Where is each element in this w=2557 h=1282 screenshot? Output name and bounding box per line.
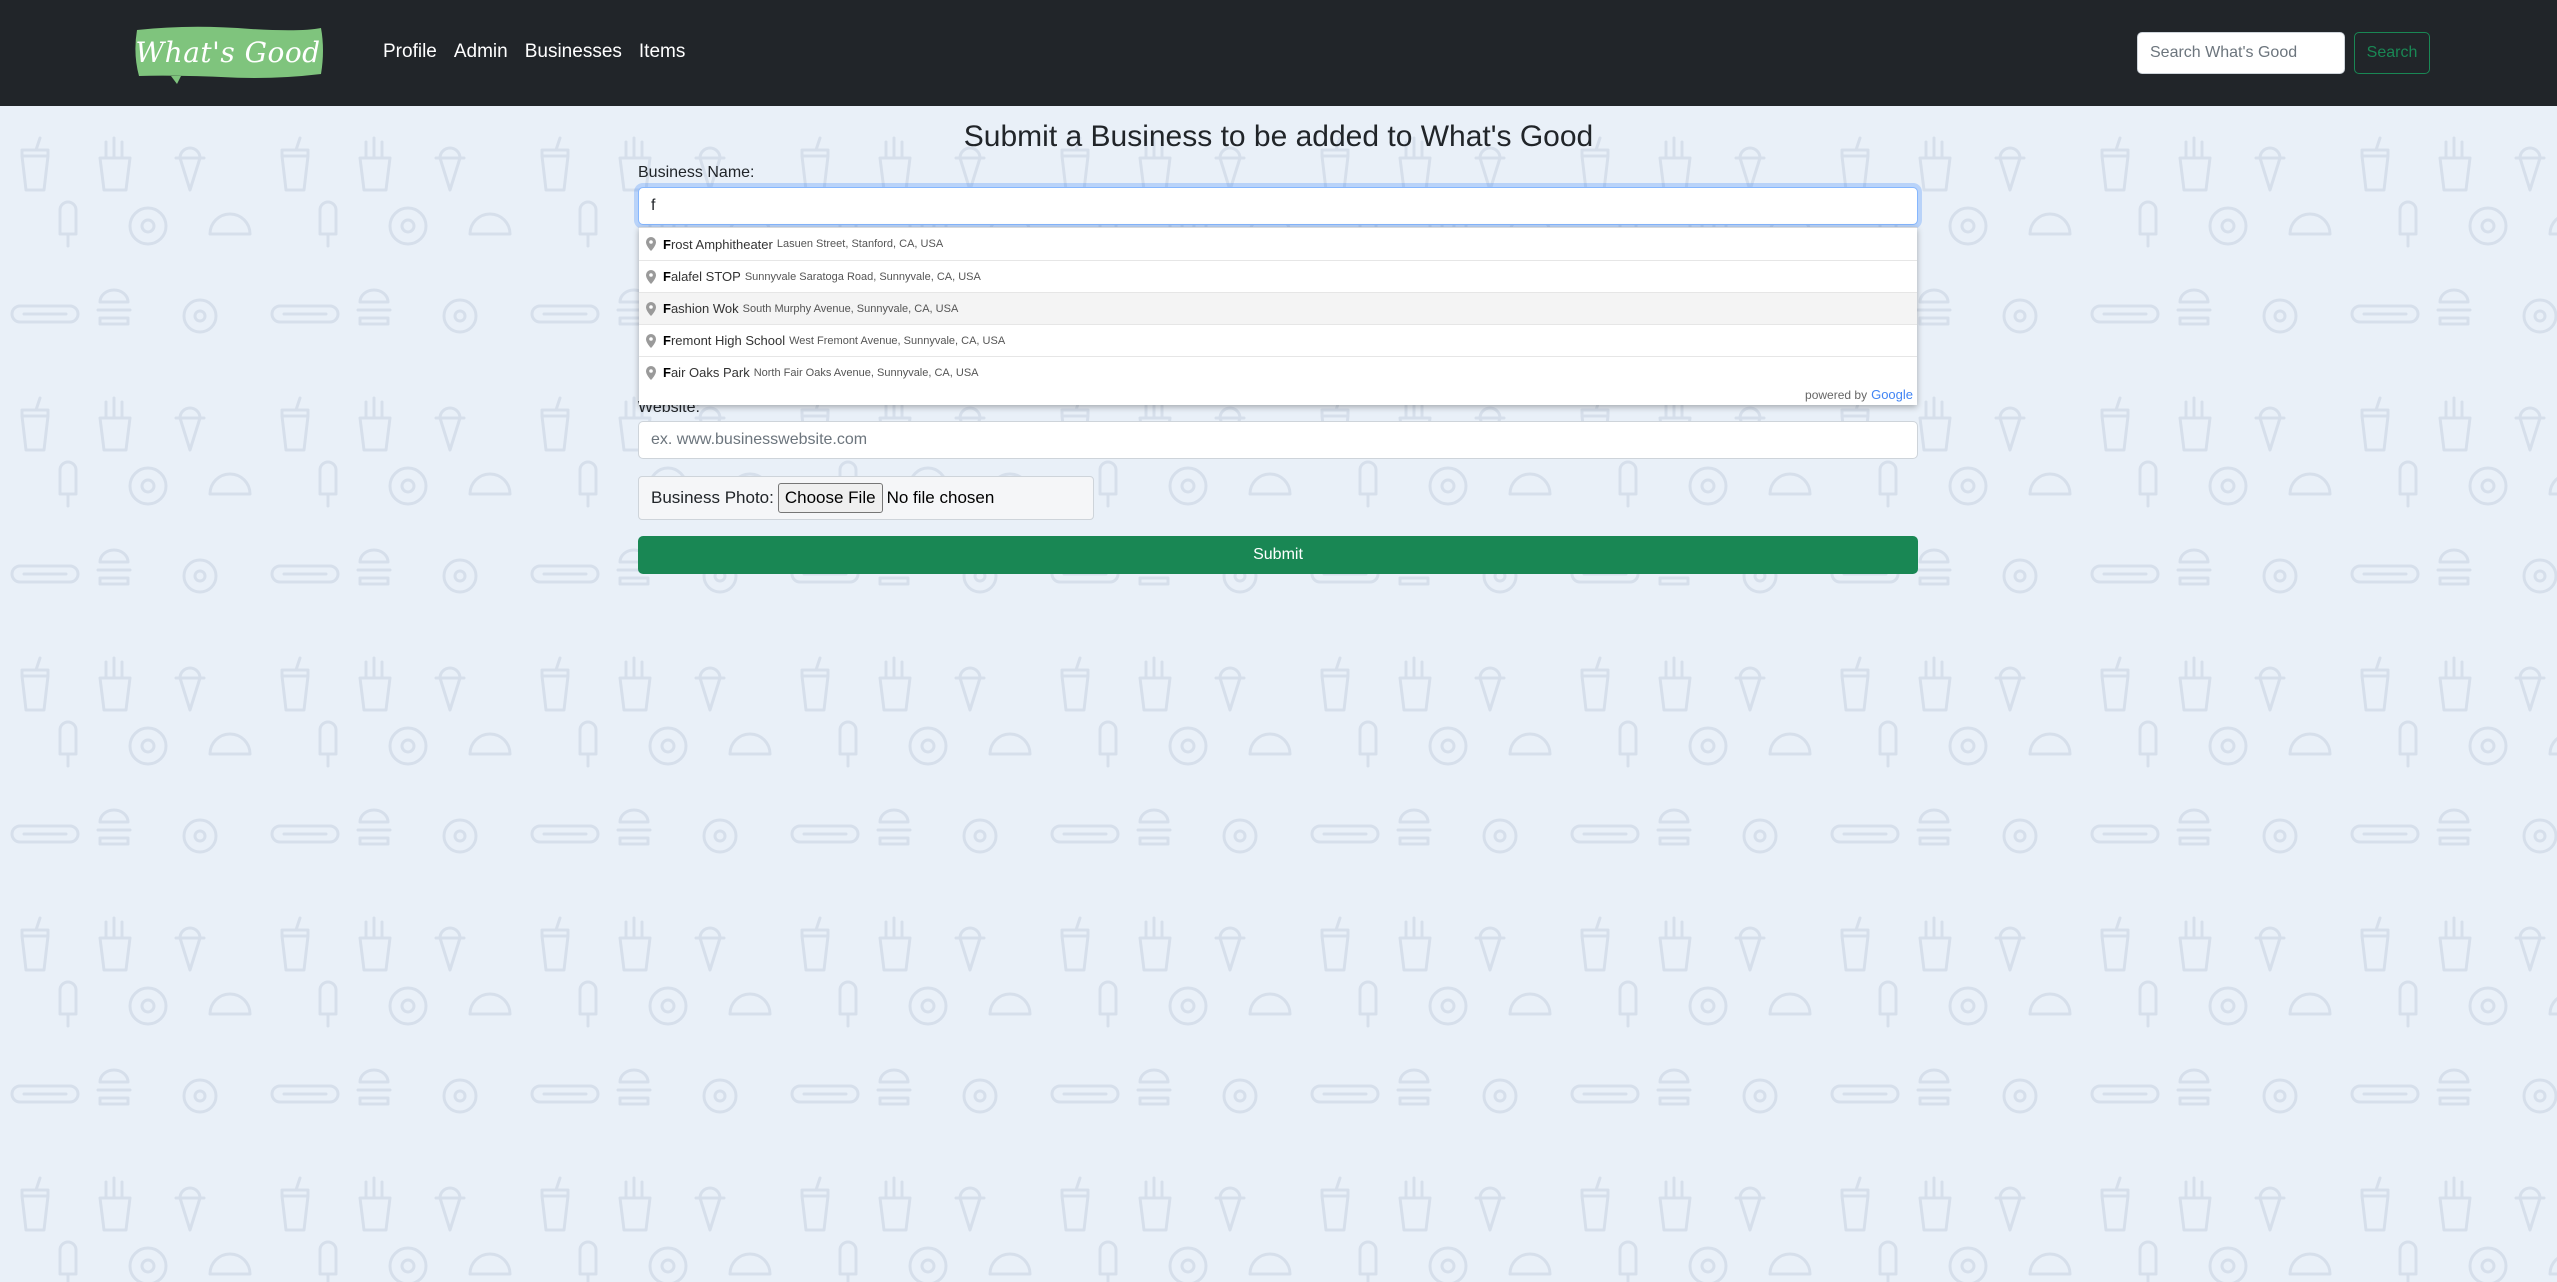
suggestion-address: West Fremont Avenue, Sunnyvale, CA, USA: [789, 334, 1006, 347]
search-button[interactable]: Search: [2354, 32, 2430, 74]
suggestion-address: Sunnyvale Saratoga Road, Sunnyvale, CA, …: [744, 270, 981, 283]
nav-link-businesses[interactable]: Businesses: [525, 38, 622, 66]
top-navbar: What's Good Profile Admin Businesses Ite…: [0, 0, 2557, 106]
google-logo: Google: [1871, 387, 1913, 402]
nav-link-admin[interactable]: Admin: [454, 38, 508, 66]
suggestion-address: Lasuen Street, Stanford, CA, USA: [776, 238, 944, 250]
business-name-label: Business Name:: [638, 164, 755, 181]
map-pin-icon: [641, 267, 661, 287]
google-wordmark: Google: [1871, 387, 1913, 402]
autocomplete-item[interactable]: Fremont High School West Fremont Avenue,…: [639, 324, 1917, 356]
choose-file-button[interactable]: Choose File: [777, 483, 883, 513]
search-input[interactable]: [2137, 32, 2345, 74]
website-input[interactable]: [638, 421, 1918, 459]
brand-name: What's Good: [135, 35, 321, 69]
file-status-text: No file chosen: [886, 488, 995, 507]
map-pin-icon: [641, 234, 661, 254]
suggestion-name: Fashion Wok: [663, 301, 739, 316]
suggestion-name: Fremont High School: [663, 333, 786, 348]
autocomplete-item[interactable]: Falafel STOP Sunnyvale Saratoga Road, Su…: [639, 260, 1917, 292]
nav-link-profile[interactable]: Profile: [383, 38, 437, 66]
suggestion-address: North Fair Oaks Avenue, Sunnyvale, CA, U…: [753, 366, 979, 379]
autocomplete-item[interactable]: Fair Oaks Park North Fair Oaks Avenue, S…: [639, 356, 1917, 388]
brand-logo[interactable]: What's Good: [131, 26, 325, 84]
business-photo-field: Business Photo: Choose File No file chos…: [638, 476, 1094, 520]
suggestion-name: Frost Amphitheater: [663, 236, 773, 252]
business-name-input[interactable]: [638, 187, 1918, 225]
page-title: Submit a Business to be added to What's …: [963, 120, 1594, 153]
map-pin-icon: [641, 299, 661, 319]
powered-by-google: powered by Google: [1805, 387, 1913, 402]
suggestion-address: South Murphy Avenue, Sunnyvale, CA, USA: [742, 302, 959, 315]
suggestion-name: Falafel STOP: [663, 269, 741, 284]
autocomplete-dropdown: Frost Amphitheater Lasuen Street, Stanfo…: [639, 227, 1917, 405]
submit-button[interactable]: Submit: [638, 536, 1918, 574]
map-pin-icon: [641, 363, 661, 383]
suggestion-name: Fair Oaks Park: [663, 365, 750, 380]
powered-by-text: powered by: [1805, 388, 1868, 402]
autocomplete-item[interactable]: Frost Amphitheater Lasuen Street, Stanfo…: [639, 228, 1917, 260]
map-pin-icon: [641, 331, 661, 351]
business-photo-label: Business Photo:: [651, 488, 774, 507]
autocomplete-item-highlighted[interactable]: Fashion Wok South Murphy Avenue, Sunnyva…: [639, 292, 1917, 324]
nav-link-items[interactable]: Items: [639, 38, 685, 66]
nav-links: Profile Admin Businesses Items: [383, 38, 702, 66]
